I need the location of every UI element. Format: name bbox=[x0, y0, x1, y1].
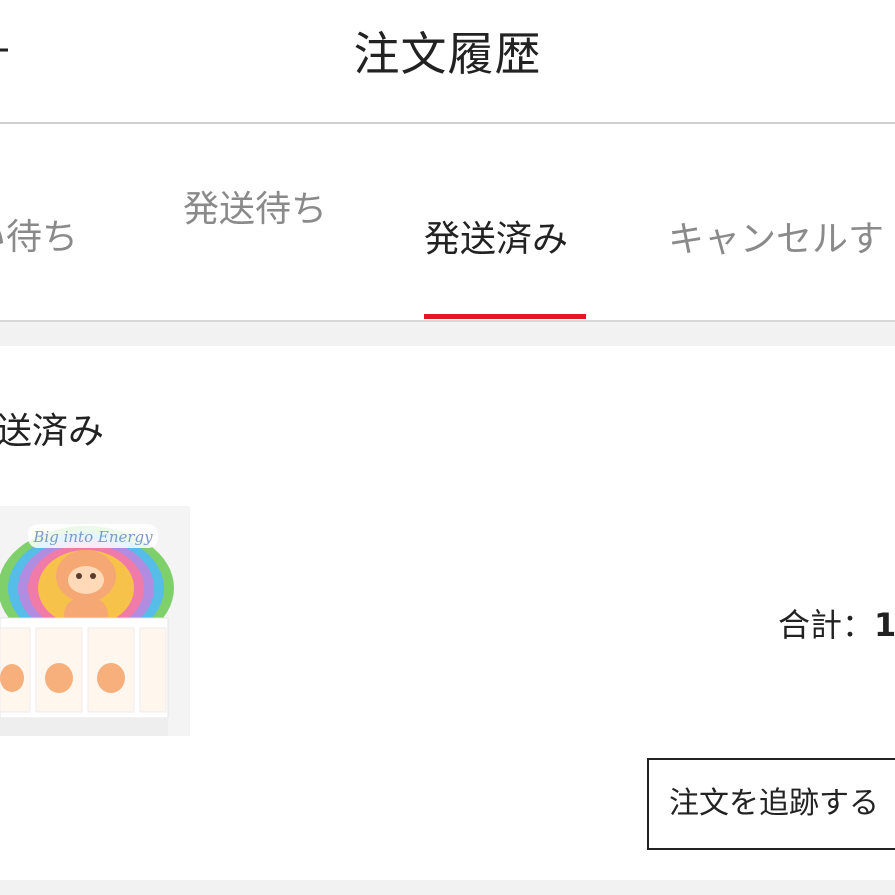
product-logo-text: Big into Energy bbox=[32, 528, 153, 546]
order-card[interactable]: 送済み Big into Energy 合計：1 注文を追跡する bbox=[0, 346, 895, 880]
product-image[interactable]: Big into Energy bbox=[0, 506, 190, 736]
product-box-illustration: Big into Energy bbox=[0, 506, 190, 736]
order-tabs: い待ち 発送待ち 発送済み キャンセルす bbox=[0, 124, 895, 322]
page-title: 注文履歴 bbox=[353, 27, 542, 81]
tab-shipped[interactable]: 発送済み bbox=[424, 210, 568, 262]
track-order-button[interactable]: 注文を追跡する bbox=[647, 758, 895, 850]
tab-awaiting-shipment[interactable]: 発送待ち bbox=[183, 180, 327, 232]
order-history-page: 注文履歴 い待ち 発送待ち 発送済み キャンセルす 送済み bbox=[0, 0, 895, 895]
tab-awaiting-payment[interactable]: い待ち bbox=[0, 208, 78, 260]
total-label: 合計： bbox=[778, 606, 875, 644]
tab-cancelled[interactable]: キャンセルす bbox=[668, 210, 884, 262]
active-tab-indicator bbox=[424, 314, 586, 319]
section-divider bbox=[0, 322, 895, 346]
order-status: 送済み bbox=[0, 411, 105, 452]
total-value: 1 bbox=[874, 606, 895, 644]
header-bar: 注文履歴 bbox=[0, 0, 895, 124]
bottom-divider bbox=[0, 880, 895, 895]
order-total: 合計：1 bbox=[778, 600, 895, 646]
